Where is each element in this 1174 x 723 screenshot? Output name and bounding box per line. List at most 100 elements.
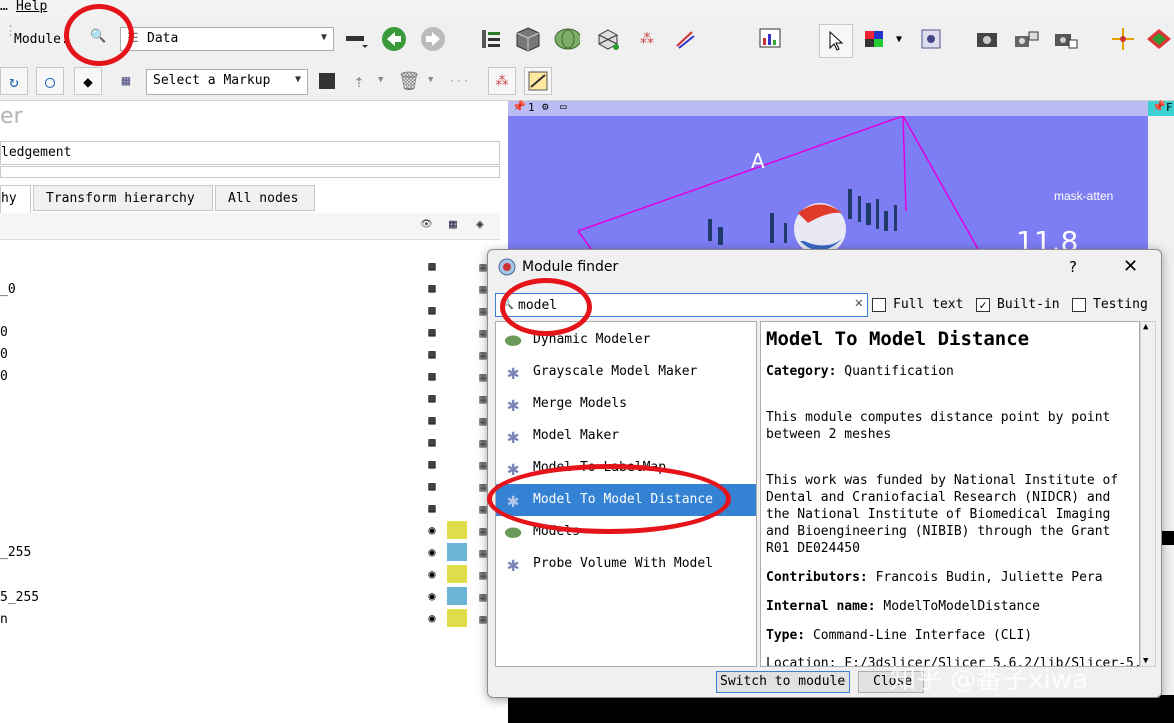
trash-icon[interactable]: 🗑 [396,68,422,94]
tree-item-label[interactable]: 0 [0,325,8,340]
segment-icon[interactable] [595,26,621,52]
full-text-label[interactable]: Full text [893,297,963,312]
full-text-checkbox[interactable] [872,298,886,312]
maximize-icon[interactable]: ▭ [560,100,567,113]
tab-subject-hierarchy[interactable]: hy [0,185,31,213]
edit-curve-icon[interactable] [524,67,552,95]
tree-item-label[interactable]: 0 [0,347,8,362]
window-level-icon[interactable] [862,26,888,52]
module-selector[interactable]: ☰ Data ▼ [120,27,334,51]
layout-icon[interactable] [343,26,369,52]
scene-view-icon[interactable] [1013,26,1039,52]
color-swatch[interactable] [447,521,467,539]
pin-icon[interactable]: 📌 [512,100,526,113]
built-in-label[interactable]: Built-in [997,297,1060,312]
visibility-header-icon[interactable]: 👁 [420,219,433,230]
color-swatch[interactable] [447,565,467,583]
screenshot-icon[interactable] [974,26,1000,52]
chevron-down-icon[interactable]: ▼ [378,75,383,85]
tree-item-label[interactable]: _255 [0,545,31,560]
panel-title: er [0,104,23,129]
models-icon[interactable] [554,26,580,52]
markup-selector-value: Select a Markup [153,73,271,88]
volume-icon[interactable]: ▩ [423,303,441,319]
volume-icon[interactable]: ▩ [423,457,441,473]
tab-all-nodes[interactable]: All nodes [215,185,315,211]
menu-partial[interactable]: … [0,0,8,14]
volume-icon[interactable]: ▩ [423,347,441,363]
clear-icon[interactable]: ✕ [855,295,863,311]
volume-cube-icon[interactable] [515,26,541,52]
volume-icon[interactable]: ▩ [423,435,441,451]
capture-icon[interactable] [1053,26,1079,52]
tree-item-label[interactable]: 0 [0,369,8,384]
place-point-icon[interactable]: ◆ [74,67,102,95]
type-label: Type: [766,628,806,643]
volume-icon[interactable]: ▩ [423,501,441,517]
scroll-up-icon[interactable]: ▲ [1143,322,1148,332]
crosshair-icon[interactable] [1110,26,1136,52]
close-icon[interactable]: ✕ [1123,256,1138,277]
list-item[interactable]: ✱ Grayscale Model Maker [496,356,756,388]
eye-icon[interactable]: ◉ [423,545,441,561]
list-item[interactable]: ✱ Model Maker [496,420,756,452]
slice-plane-icon[interactable] [1146,26,1172,52]
view-controller-bar[interactable]: 📌 F [1148,100,1174,116]
volume-icon[interactable]: ▩ [423,259,441,275]
crosshair-grid-icon[interactable] [918,26,944,52]
markup-selector[interactable]: Select a Markup ▼ [146,69,308,95]
tree-item-label[interactable]: n [0,612,8,627]
scroll-down-icon[interactable]: ▼ [1143,656,1148,666]
testing-label[interactable]: Testing [1093,297,1148,312]
collapsible-section[interactable] [0,166,500,178]
forward-arrow-icon[interactable] [419,26,445,52]
color-swatch[interactable] [447,587,467,605]
pin-icon[interactable]: 📌 [1152,100,1166,113]
eye-icon[interactable]: ◉ [423,523,441,539]
back-arrow-icon[interactable] [380,26,406,52]
color-swatch-icon[interactable] [314,68,340,94]
volume-icon[interactable]: ▩ [423,369,441,385]
list-item[interactable]: ✱ Merge Models [496,388,756,420]
tree-item-label[interactable]: 5_255 [0,590,39,605]
eye-icon[interactable]: ◉ [423,567,441,583]
data-tree-icon[interactable] [478,26,504,52]
eye-icon[interactable]: ◉ [423,589,441,605]
points-icon[interactable]: ⁂ [488,67,516,95]
menu-help[interactable]: Help [16,0,47,14]
list-item[interactable]: ✱ Probe Volume With Model [496,548,756,580]
color-swatch[interactable] [447,609,467,627]
chevron-down-icon[interactable]: ▼ [428,75,433,85]
tab-transform-hierarchy[interactable]: Transform hierarchy [33,185,213,211]
volume-icon[interactable]: ▩ [423,391,441,407]
markups-icon[interactable] [672,26,698,52]
tree-item-label[interactable]: _0 [0,282,16,297]
built-in-checkbox[interactable]: ✓ [976,298,990,312]
detail-scrollbar[interactable]: ▲ ▼ [1140,321,1156,667]
switch-to-module-button[interactable]: Switch to module [716,671,850,693]
markup-list-icon[interactable]: ▦ [113,68,139,94]
eye-icon[interactable]: ◉ [423,611,441,627]
help-button[interactable]: ? [1069,258,1077,276]
view-controller-bar[interactable]: 📌 1 ⚙ ▭ [508,100,1148,116]
color-swatch[interactable] [447,543,467,561]
volume-label: mask-atten [1054,189,1114,203]
volume-icon[interactable]: ▩ [423,325,441,341]
refresh-add-icon[interactable]: ↻ [0,67,28,95]
gear-icon[interactable]: ⚙ [542,100,549,113]
edit-header-icon[interactable]: ◈ [476,217,484,232]
testing-checkbox[interactable] [1072,298,1086,312]
chevron-down-icon[interactable]: ▼ [896,34,902,45]
points-icon[interactable]: ⁂ [634,26,660,52]
move-up-icon[interactable]: ⇡ [346,68,372,94]
acknowledgement-section[interactable]: ledgement [0,141,500,165]
more-options-icon[interactable]: ··· [446,68,472,94]
menu-bar: … Help [0,0,1174,16]
color-header-icon[interactable]: ▦ [449,217,457,232]
chart-layout-icon[interactable] [758,26,784,52]
volume-icon[interactable]: ▩ [423,281,441,297]
volume-icon[interactable]: ▩ [423,479,441,495]
new-node-icon[interactable]: ◯ [36,67,64,95]
pointer-mode-icon[interactable] [819,24,853,58]
volume-icon[interactable]: ▩ [423,413,441,429]
